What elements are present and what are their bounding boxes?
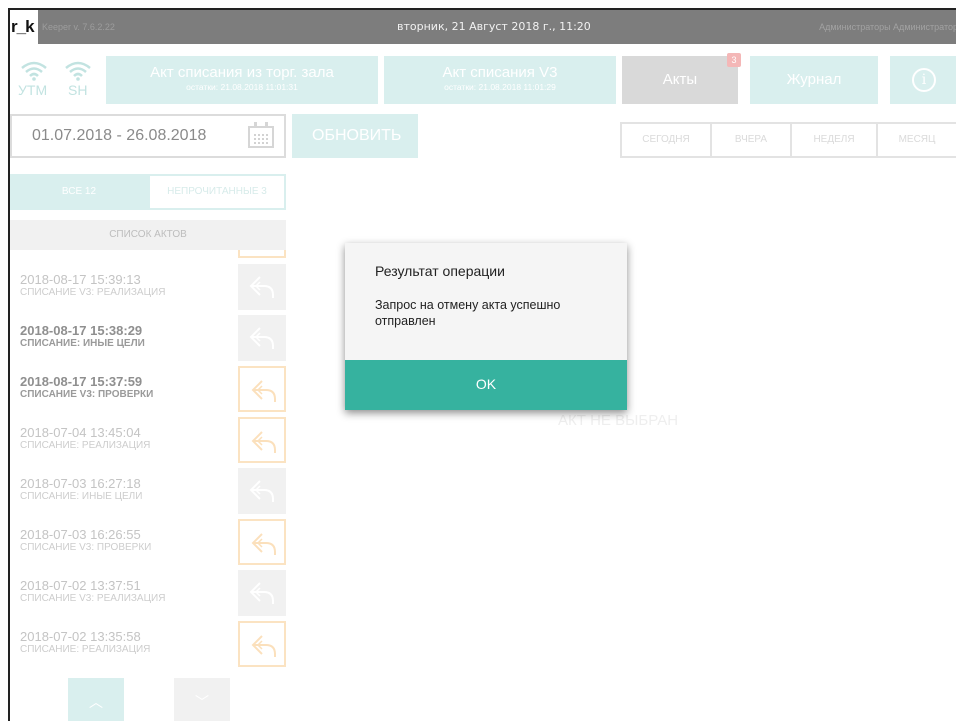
utm-label: УТМ: [18, 82, 48, 98]
dialog-ok-button[interactable]: OK: [345, 360, 627, 410]
dialog-message: Запрос на отмену акта успешно отправлен: [375, 298, 561, 328]
act-list-item[interactable]: 2018-08-17 15:38:29 СПИСАНИЕ: ИНЫЕ ЦЕЛИ: [10, 311, 296, 362]
act-list-item[interactable]: 2018-07-03 16:27:18 СПИСАНИЕ: ИНЫЕ ЦЕЛИ: [10, 464, 296, 515]
dialog-title: Результат операции: [375, 263, 505, 279]
act-datetime: 2018-07-04 13:45:04: [20, 425, 141, 440]
no-act-selected-message: АКТ НЕ ВЫБРАН: [558, 412, 679, 429]
act-type: СПИСАНИЕ: РЕАЛИЗАЦИЯ: [20, 440, 151, 451]
undo-arrow-icon: [251, 635, 276, 657]
tile-title: Акт списания V3: [442, 64, 558, 81]
app-window: r_k Keeper v. 7.6.2.22 вторник, 21 Авгус…: [8, 8, 956, 721]
operation-result-dialog: Результат операции Запрос на отмену акта…: [345, 243, 627, 410]
act-datetime: 2018-08-17 15:39:13: [20, 272, 141, 287]
current-user: Администраторы Администратор: [819, 22, 956, 32]
sh-wifi-icon: [65, 61, 91, 81]
cancel-act-button[interactable]: [238, 621, 286, 667]
date-range-value: 01.07.2018 - 26.08.2018: [32, 127, 207, 144]
act-list-item[interactable]: 2018-07-03 16:26:55 СПИСАНИЕ V3: ПРОВЕРКИ: [10, 515, 296, 566]
utm-wifi-icon: [21, 61, 47, 81]
act-type: СПИСАНИЕ: ИНЫЕ ЦЕЛИ: [20, 338, 145, 349]
info-icon: i: [912, 68, 936, 92]
scroll-up-button[interactable]: ︿: [68, 678, 124, 721]
undo-arrow-icon: [249, 480, 274, 502]
current-datetime: вторник, 21 Август 2018 г., 11:20: [397, 20, 591, 33]
acts-list-header: СПИСОК АКТОВ: [10, 220, 286, 250]
act-type: СПИСАНИЕ V3: ПРОВЕРКИ: [20, 389, 154, 400]
act-type: СПИСАНИЕ V3: ПРОВЕРКИ: [20, 542, 152, 553]
tile-subtitle: остатки: 21.08.2018 11:01:31: [186, 82, 298, 92]
tile-title: Акт списания из торг. зала: [150, 64, 334, 81]
undo-arrow-icon: [251, 431, 276, 453]
period-week-button[interactable]: НЕДЕЛЯ: [790, 122, 878, 158]
act-type: СПИСАНИЕ V3: РЕАЛИЗАЦИЯ: [20, 287, 166, 298]
act-datetime: 2018-08-17 15:37:59: [20, 374, 143, 389]
write-off-v3-button[interactable]: Акт списания V3 остатки: 21.08.2018 11:0…: [384, 56, 616, 104]
write-off-sales-floor-button[interactable]: Акт списания из торг. зала остатки: 21.0…: [106, 56, 378, 104]
period-month-button[interactable]: МЕСЯЦ: [876, 122, 956, 158]
chevron-up-icon: ︿: [89, 694, 103, 710]
app-version: Keeper v. 7.6.2.22: [42, 22, 115, 32]
act-datetime: 2018-07-03 16:27:18: [20, 476, 141, 491]
period-yesterday-button[interactable]: ВЧЕРА: [710, 122, 792, 158]
act-type: СПИСАНИЕ: РЕАЛИЗАЦИЯ: [20, 644, 151, 655]
sh-label: SH: [68, 82, 88, 98]
scroll-down-button[interactable]: ﹀: [174, 678, 230, 721]
act-list-item[interactable]: 2018-08-17 15:39:13 СПИСАНИЕ V3: РЕАЛИЗАЦ…: [10, 260, 296, 311]
filter-unread-tab[interactable]: НЕПРОЧИТАННЫЕ 3: [148, 174, 286, 210]
title-bar: r_k Keeper v. 7.6.2.22 вторник, 21 Авгус…: [10, 10, 956, 44]
undo-arrow-icon: [249, 276, 274, 298]
act-list-item[interactable]: 2018-08-17 15:37:59 СПИСАНИЕ V3: ПРОВЕРКИ: [10, 362, 296, 413]
cancel-act-button[interactable]: [238, 468, 286, 514]
undo-arrow-icon: [251, 533, 276, 555]
cancel-act-button[interactable]: [238, 417, 286, 463]
act-datetime: 2018-07-02 13:35:58: [20, 629, 141, 644]
date-range-field[interactable]: 01.07.2018 - 26.08.2018: [10, 114, 286, 158]
journal-tab[interactable]: Журнал: [750, 56, 878, 104]
act-datetime: 2018-07-02 13:37:51: [20, 578, 141, 593]
refresh-button[interactable]: ОБНОВИТЬ: [292, 114, 418, 158]
partial-undo-button: [238, 250, 286, 258]
cancel-act-button[interactable]: [238, 315, 286, 361]
connection-status: УТМ SH: [18, 56, 114, 104]
undo-arrow-icon: [251, 380, 276, 402]
cancel-act-button[interactable]: [238, 264, 286, 310]
act-type: СПИСАНИЕ V3: РЕАЛИЗАЦИЯ: [20, 593, 166, 604]
act-datetime: 2018-08-17 15:38:29: [20, 323, 143, 338]
app-logo: r_k: [10, 10, 38, 44]
cancel-act-button[interactable]: [238, 570, 286, 616]
acts-list: 2018-08-17 15:39:13 СПИСАНИЕ V3: РЕАЛИЗАЦ…: [10, 250, 296, 680]
filter-all-tab[interactable]: ВСЕ 12: [10, 174, 148, 210]
acts-tab[interactable]: Акты: [622, 56, 738, 104]
acts-count-badge: 3: [727, 53, 741, 67]
undo-arrow-icon: [249, 327, 274, 349]
cancel-act-button[interactable]: [238, 366, 286, 412]
chevron-down-icon: ﹀: [195, 694, 209, 710]
calendar-icon[interactable]: [248, 122, 274, 148]
act-list-item[interactable]: 2018-07-02 13:37:51 СПИСАНИЕ V3: РЕАЛИЗАЦ…: [10, 566, 296, 617]
tile-subtitle: остатки: 21.08.2018 11:01:29: [444, 82, 556, 92]
act-list-item[interactable]: 2018-07-02 13:35:58 СПИСАНИЕ: РЕАЛИЗАЦИЯ: [10, 617, 296, 668]
act-list-item[interactable]: 2018-07-04 13:45:04 СПИСАНИЕ: РЕАЛИЗАЦИЯ: [10, 413, 296, 464]
period-today-button[interactable]: СЕГОДНЯ: [620, 122, 712, 158]
cancel-act-button[interactable]: [238, 519, 286, 565]
act-datetime: 2018-07-03 16:26:55: [20, 527, 141, 542]
info-button[interactable]: i: [890, 56, 956, 104]
act-type: СПИСАНИЕ: ИНЫЕ ЦЕЛИ: [20, 491, 143, 502]
undo-arrow-icon: [249, 582, 274, 604]
